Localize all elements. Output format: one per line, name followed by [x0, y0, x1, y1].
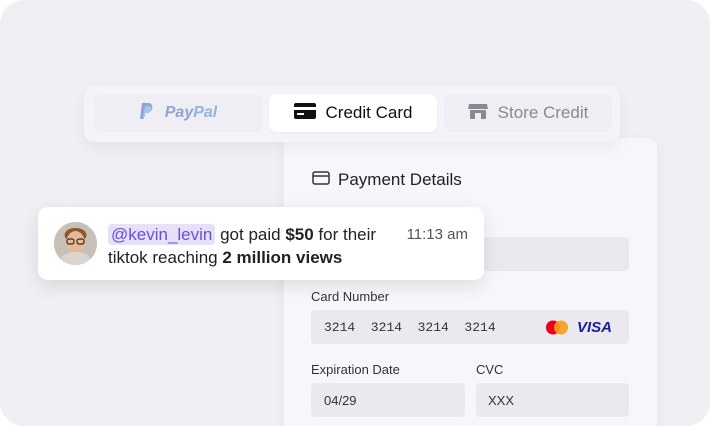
paypal-word-pay: Pay	[164, 104, 194, 121]
payment-details-panel: Payment Details Card Number 3214 3214 32…	[284, 138, 657, 426]
notification-message: @kevin_levin got paid $50 for their tikt…	[108, 223, 376, 269]
tab-paypal[interactable]: PayPal	[94, 94, 262, 132]
payment-method-tabs: PayPal Credit Card Store Credit	[84, 86, 620, 142]
payout-amount: $50	[285, 225, 314, 244]
notification-text-2: for their	[313, 225, 377, 244]
avatar	[54, 222, 97, 265]
notification-text-3: tiktok reaching	[108, 248, 223, 267]
store-icon	[467, 102, 488, 125]
store-credit-label: Store Credit	[497, 103, 589, 122]
payment-details-title: Payment Details	[338, 170, 462, 189]
tab-credit-card[interactable]: Credit Card	[269, 94, 437, 132]
notification-line-1: @kevin_levin got paid $50 for their	[108, 223, 376, 246]
visa-logo-icon: VISA	[577, 318, 613, 336]
card-number-label: Card Number	[311, 289, 390, 304]
cvc-value: XXX	[488, 392, 515, 408]
paypal-logo-icon	[139, 102, 155, 125]
notification-line-2: tiktok reaching 2 million views	[108, 246, 376, 269]
credit-card-icon	[293, 102, 316, 124]
views-count: 2 million views	[222, 248, 343, 267]
cvc-field[interactable]: XXX	[476, 383, 629, 417]
tab-store-credit[interactable]: Store Credit	[444, 94, 612, 132]
user-mention[interactable]: @kevin_levin	[108, 224, 216, 245]
notification-time: 11:13 am	[406, 226, 468, 243]
cvc-label: CVC	[476, 362, 504, 377]
card-number-value: 3214 3214 3214 3214	[324, 319, 496, 335]
payout-notification: @kevin_levin got paid $50 for their tikt…	[38, 207, 484, 280]
expiration-date-label: Expiration Date	[311, 362, 400, 377]
checkout-frame: Payment Details Card Number 3214 3214 32…	[0, 0, 710, 426]
expiration-date-field[interactable]: 04/29	[311, 383, 465, 417]
credit-card-label: Credit Card	[325, 103, 413, 122]
card-number-field[interactable]: 3214 3214 3214 3214 VISA	[311, 310, 629, 344]
paypal-wordmark: PayPal	[165, 104, 217, 122]
paypal-word-pal: Pal	[193, 104, 218, 121]
expiration-date-value: 04/29	[324, 392, 357, 408]
notification-text-1: got paid	[215, 225, 286, 244]
mastercard-logo-icon	[545, 320, 569, 338]
card-outline-icon	[312, 170, 330, 190]
payment-details-heading: Payment Details	[312, 170, 462, 190]
